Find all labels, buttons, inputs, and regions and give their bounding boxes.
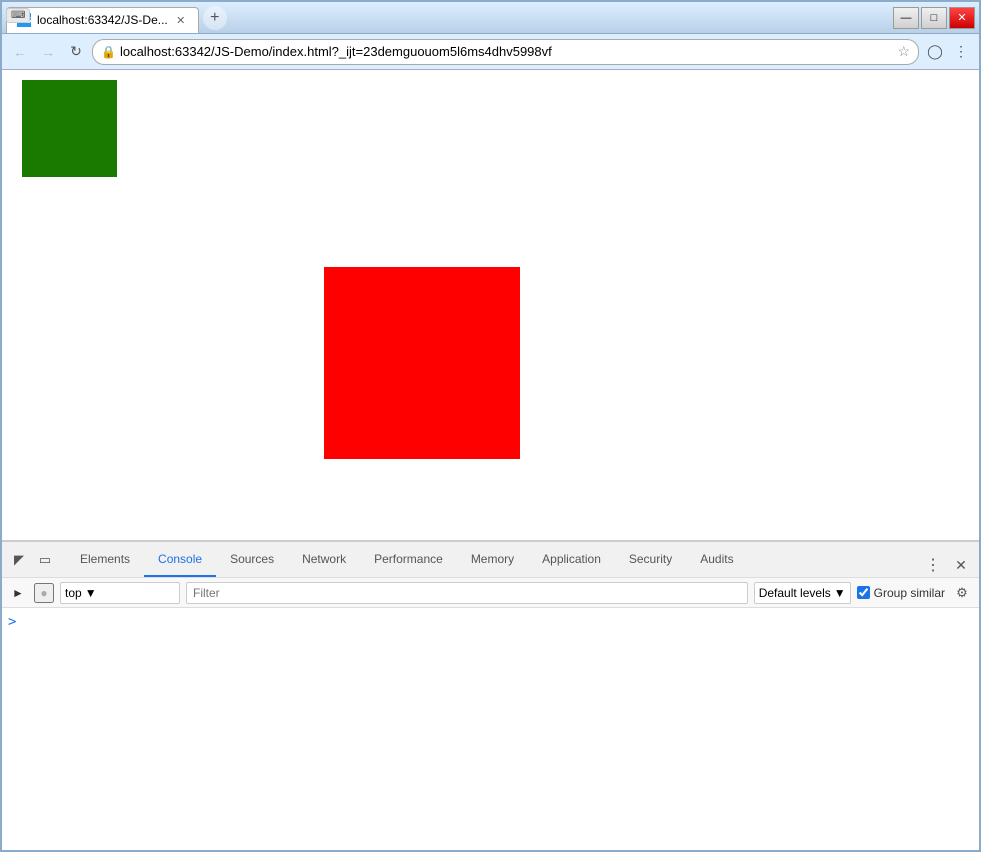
devtools-header: ◤ ▭ Elements Console Sources Network Per…: [2, 542, 979, 578]
new-tab-button[interactable]: +: [203, 6, 227, 30]
window-controls: — □ ✕: [893, 7, 975, 29]
minimize-button[interactable]: —: [893, 7, 919, 29]
lock-icon: 🔒: [101, 45, 116, 59]
browser-content: ◤ ▭ Elements Console Sources Network Per…: [2, 70, 979, 850]
clear-log-button[interactable]: ●: [34, 583, 54, 603]
group-similar-text: Group similar: [874, 586, 945, 600]
devtools-icon-buttons: ◤ ▭: [8, 549, 56, 571]
console-output[interactable]: >: [2, 608, 979, 850]
close-button[interactable]: ✕: [949, 7, 975, 29]
device-toolbar-button[interactable]: ▭: [34, 549, 56, 571]
group-similar-label[interactable]: Group similar: [857, 586, 945, 600]
url-input[interactable]: [120, 44, 893, 59]
forward-button[interactable]: →: [36, 40, 60, 64]
tab-elements[interactable]: Elements: [66, 542, 144, 577]
tab-application[interactable]: Application: [528, 542, 615, 577]
tab-sources[interactable]: Sources: [216, 542, 288, 577]
refresh-button[interactable]: ↻: [64, 40, 88, 64]
group-similar-checkbox[interactable]: [857, 586, 870, 599]
keyboard-shortcut-badge: ⌨: [6, 6, 30, 23]
green-box: [22, 80, 117, 177]
log-levels-selector[interactable]: Default levels ▼: [754, 582, 851, 604]
inspect-element-button[interactable]: ◤: [8, 549, 30, 571]
profile-button[interactable]: ◯: [923, 40, 947, 64]
console-filter-input[interactable]: [186, 582, 748, 604]
back-button[interactable]: ←: [8, 40, 32, 64]
tab-title: localhost:63342/JS-De...: [37, 13, 168, 27]
tab-performance[interactable]: Performance: [360, 542, 457, 577]
tab-close-button[interactable]: ✕: [174, 13, 188, 27]
console-settings-button[interactable]: ⚙: [951, 582, 973, 604]
prompt-chevron-icon: >: [8, 614, 16, 630]
tab-audits[interactable]: Audits: [686, 542, 747, 577]
tab-security[interactable]: Security: [615, 542, 686, 577]
address-bar-area: ← → ↻ 🔒 ☆ ◯ ⋮: [2, 34, 979, 70]
context-dropdown-icon: ▼: [85, 586, 97, 600]
execute-script-button[interactable]: ►: [8, 583, 28, 603]
webpage: [2, 70, 979, 540]
more-menu-button[interactable]: ⋮: [949, 40, 973, 64]
tab-network[interactable]: Network: [288, 542, 360, 577]
browser-window: WS localhost:63342/JS-De... ✕ + ⌨ — □ ✕ …: [0, 0, 981, 852]
title-bar: WS localhost:63342/JS-De... ✕ + ⌨ — □ ✕: [2, 2, 979, 34]
title-bar-left: WS localhost:63342/JS-De... ✕ +: [6, 3, 893, 33]
devtools-close-button[interactable]: ✕: [949, 553, 973, 577]
maximize-button[interactable]: □: [921, 7, 947, 29]
devtools-panel: ◤ ▭ Elements Console Sources Network Per…: [2, 540, 979, 850]
chrome-menu-buttons: ◯ ⋮: [923, 40, 973, 64]
context-label: top: [65, 586, 82, 600]
devtools-right-controls: ⋮ ✕: [921, 553, 973, 577]
tab-memory[interactable]: Memory: [457, 542, 528, 577]
levels-dropdown-icon: ▼: [834, 586, 846, 600]
console-prompt-line[interactable]: >: [8, 612, 973, 632]
browser-tab[interactable]: WS localhost:63342/JS-De... ✕: [6, 7, 199, 33]
address-bar[interactable]: 🔒 ☆: [92, 39, 919, 65]
console-toolbar: ► ● top ▼ Default levels ▼ Group similar…: [2, 578, 979, 608]
levels-label: Default levels: [759, 586, 831, 600]
tab-console[interactable]: Console: [144, 542, 216, 577]
context-selector[interactable]: top ▼: [60, 582, 180, 604]
devtools-tabs: Elements Console Sources Network Perform…: [66, 542, 973, 577]
bookmark-star-icon[interactable]: ☆: [897, 43, 910, 60]
red-box: [324, 267, 520, 459]
devtools-more-button[interactable]: ⋮: [921, 553, 945, 577]
